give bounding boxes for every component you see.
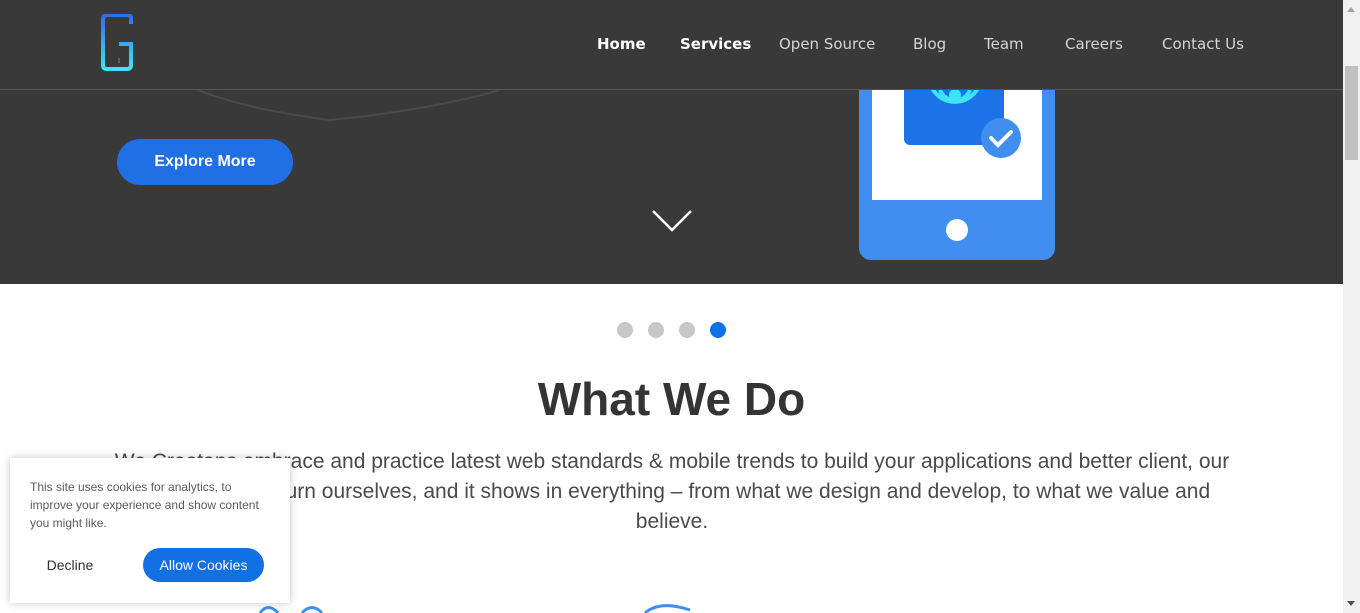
scrollbar-thumb[interactable] — [1345, 66, 1358, 160]
carousel-dot-4[interactable] — [710, 322, 726, 338]
nav-item-services[interactable]: Services — [680, 35, 751, 53]
carousel-dot-3[interactable] — [679, 322, 695, 338]
carousel-dot-2[interactable] — [648, 322, 664, 338]
section-title: What We Do — [537, 373, 806, 425]
phone-wifi-check-icon — [859, 88, 1055, 260]
nav-item-home[interactable]: Home — [597, 35, 646, 53]
scroll-up-arrow-icon[interactable] — [1347, 7, 1355, 12]
cookie-message: This site uses cookies for analytics, to… — [30, 480, 259, 530]
scroll-down-arrow-icon[interactable] — [1347, 601, 1355, 606]
service-icons-partial — [258, 604, 691, 613]
allow-cookies-button[interactable]: Allow Cookies — [143, 548, 264, 582]
carousel-dot-1[interactable] — [617, 322, 633, 338]
decline-cookies-button[interactable]: Decline — [30, 548, 110, 582]
top-navbar: Home Services Open Source Blog Team Care… — [0, 0, 1343, 90]
nav-item-open-source[interactable]: Open Source — [779, 35, 875, 53]
carousel-dots — [617, 322, 737, 339]
explore-more-button[interactable]: Explore More — [117, 139, 293, 185]
cookie-banner: This site uses cookies for analytics, to… — [10, 458, 290, 603]
nav-item-blog[interactable]: Blog — [913, 35, 946, 53]
main-nav: Home Services Open Source Blog Team Care… — [0, 35, 1343, 55]
nav-item-team[interactable]: Team — [984, 35, 1024, 53]
chevron-down-icon[interactable] — [651, 208, 693, 234]
nav-item-careers[interactable]: Careers — [1065, 35, 1123, 53]
nav-item-contact-us[interactable]: Contact Us — [1162, 35, 1244, 53]
